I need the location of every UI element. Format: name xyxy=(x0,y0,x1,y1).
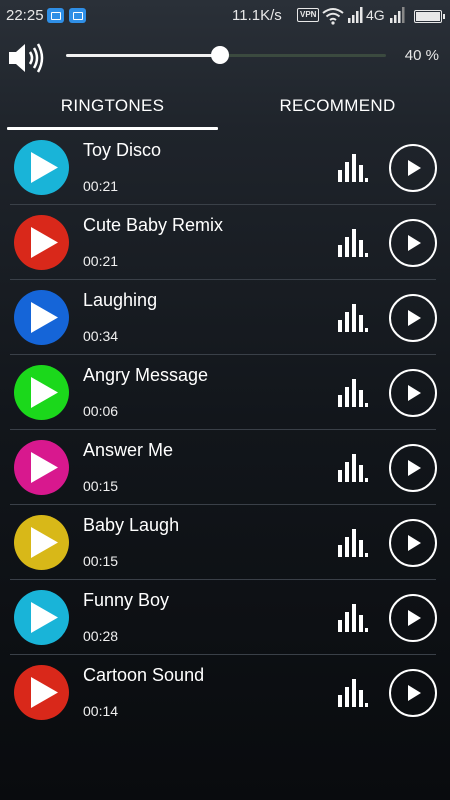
play-button[interactable] xyxy=(389,669,437,717)
ringtone-duration: 00:21 xyxy=(83,178,119,194)
ringtone-title: Answer Me xyxy=(83,440,174,460)
ringtone-duration: 00:06 xyxy=(83,403,119,419)
list-item[interactable]: Funny Boy 00:28 xyxy=(0,580,450,655)
ringtone-title: Angry Message xyxy=(83,365,209,385)
wifi-icon xyxy=(322,8,344,25)
equalizer-icon xyxy=(337,227,369,257)
ringtone-title: Toy Disco xyxy=(83,140,162,160)
status-time: 22:25 xyxy=(6,7,44,24)
ringtone-duration: 00:21 xyxy=(83,253,119,269)
volume-slider[interactable] xyxy=(66,46,386,64)
play-badge-icon[interactable] xyxy=(14,215,69,270)
play-badge-icon[interactable] xyxy=(14,515,69,570)
status-bar: 22:25 11.1K/s VPN 4G xyxy=(0,0,450,32)
play-badge-icon[interactable] xyxy=(14,290,69,345)
volume-control: 40 % xyxy=(0,34,450,80)
list-item[interactable]: Cute Baby Remix 00:21 xyxy=(0,205,450,280)
ringtone-duration: 00:28 xyxy=(83,628,119,644)
message-icon xyxy=(47,8,64,23)
volume-percent: 40 % xyxy=(404,47,439,64)
ringtone-title: Baby Laugh xyxy=(83,515,180,535)
play-button[interactable] xyxy=(389,144,437,192)
tab-recommend[interactable]: RECOMMEND xyxy=(225,86,450,130)
ringtone-duration: 00:34 xyxy=(83,328,119,344)
equalizer-icon xyxy=(337,452,369,482)
equalizer-icon xyxy=(337,602,369,632)
ringtone-duration: 00:15 xyxy=(83,478,119,494)
ringtone-title: Cartoon Sound xyxy=(83,665,205,685)
equalizer-icon xyxy=(337,302,369,332)
equalizer-icon xyxy=(337,677,369,707)
play-button[interactable] xyxy=(389,444,437,492)
play-badge-icon[interactable] xyxy=(14,665,69,720)
play-badge-icon[interactable] xyxy=(14,440,69,495)
list-item[interactable]: Angry Message 00:06 xyxy=(0,355,450,430)
play-button[interactable] xyxy=(389,594,437,642)
ringtone-duration: 00:15 xyxy=(83,553,119,569)
ringtone-title: Laughing xyxy=(83,290,158,310)
ringtone-duration: 00:14 xyxy=(83,703,119,719)
list-item[interactable]: Answer Me 00:15 xyxy=(0,430,450,505)
volume-slider-thumb[interactable] xyxy=(210,46,229,64)
tab-ringtones[interactable]: RINGTONES xyxy=(0,86,225,130)
network-type: 4G xyxy=(366,7,385,23)
equalizer-icon xyxy=(337,527,369,557)
speaker-icon[interactable] xyxy=(6,38,46,78)
ringtone-title: Funny Boy xyxy=(83,590,170,610)
play-badge-icon[interactable] xyxy=(14,590,69,645)
list-item[interactable]: Laughing 00:34 xyxy=(0,280,450,355)
equalizer-icon xyxy=(337,377,369,407)
screenshot-icon xyxy=(69,8,86,23)
signal-icon xyxy=(348,7,363,23)
list-item[interactable]: Cartoon Sound 00:14 xyxy=(0,655,450,730)
battery-icon xyxy=(414,10,445,23)
status-net-speed: 11.1K/s xyxy=(232,7,282,24)
list-item[interactable]: Baby Laugh 00:15 xyxy=(0,505,450,580)
vpn-icon: VPN xyxy=(297,8,320,22)
play-badge-icon[interactable] xyxy=(14,365,69,420)
equalizer-icon xyxy=(337,152,369,182)
list-item[interactable]: Toy Disco 00:21 xyxy=(0,130,450,205)
play-button[interactable] xyxy=(389,519,437,567)
play-button[interactable] xyxy=(389,219,437,267)
signal-icon-2 xyxy=(390,7,405,23)
volume-slider-fill xyxy=(66,54,220,57)
tab-bar: RINGTONES RECOMMEND xyxy=(0,86,450,130)
play-button[interactable] xyxy=(389,294,437,342)
ringtone-list: Toy Disco 00:21 Cute Baby Remix 00:21 La… xyxy=(0,130,450,730)
play-badge-icon[interactable] xyxy=(14,140,69,195)
play-button[interactable] xyxy=(389,369,437,417)
ringtone-title: Cute Baby Remix xyxy=(83,215,224,235)
